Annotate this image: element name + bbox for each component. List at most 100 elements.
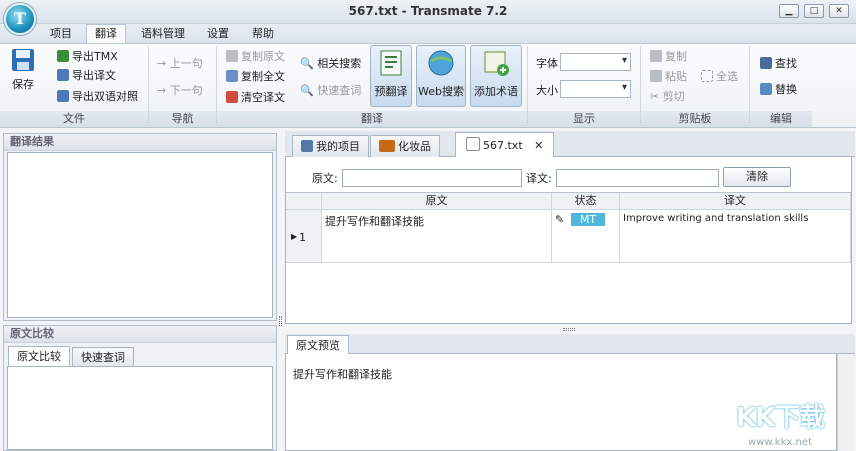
replace-label: 替换 bbox=[775, 83, 797, 96]
table-row-status-cell[interactable]: ✎ MT bbox=[552, 210, 620, 263]
export-bilingual-icon bbox=[57, 90, 69, 102]
related-search-button[interactable]: 🔍 相关搜索 bbox=[300, 56, 361, 72]
cut-button[interactable]: ✂ 剪切 bbox=[650, 89, 685, 105]
quick-lookup-button[interactable]: 🔍 快速查词 bbox=[300, 83, 361, 99]
size-select[interactable] bbox=[560, 80, 631, 98]
preview-scrollbar[interactable] bbox=[837, 354, 855, 451]
save-label: 保存 bbox=[12, 78, 34, 91]
export-bilingual-button[interactable]: 导出双语对照 bbox=[57, 89, 138, 105]
preview-tab-strip bbox=[285, 334, 855, 354]
clear-target-button[interactable]: 清空译文 bbox=[226, 90, 285, 106]
pretranslate-label: 预翻译 bbox=[374, 85, 408, 98]
tab-567-txt[interactable]: 567.txt ✕ bbox=[455, 132, 555, 158]
source-filter-input[interactable] bbox=[342, 169, 522, 187]
table-row-target-cell[interactable]: Improve writing and translation skills bbox=[620, 210, 851, 263]
export-tmx-button[interactable]: 导出TMX bbox=[57, 49, 118, 65]
prev-sentence-button[interactable]: → 上一句 bbox=[157, 56, 203, 72]
source-filter-label: 原文: bbox=[312, 172, 338, 185]
tab-cosmetics-label: 化妆品 bbox=[398, 140, 431, 153]
menu-bar bbox=[0, 24, 856, 43]
menu-corpus[interactable]: 语料管理 bbox=[133, 25, 193, 43]
table-row-source-cell[interactable]: 提升写作和翻译技能 bbox=[322, 210, 552, 263]
find-button[interactable]: 查找 bbox=[760, 56, 797, 72]
menu-project[interactable]: 项目 bbox=[42, 25, 80, 43]
close-tab-icon[interactable]: ✕ bbox=[534, 139, 543, 152]
web-search-label: Web搜索 bbox=[418, 85, 464, 98]
copy-source-label: 复制原文 bbox=[241, 50, 285, 63]
arrow-right-icon: → bbox=[157, 57, 170, 70]
vertical-splitter-grip[interactable] bbox=[279, 316, 282, 326]
preview-text: 提升写作和翻译技能 bbox=[293, 368, 392, 381]
export-translation-icon bbox=[57, 69, 69, 81]
copy-source-button[interactable]: 复制原文 bbox=[226, 49, 285, 65]
clear-filter-button[interactable]: 清除 bbox=[723, 167, 791, 187]
next-sentence-button[interactable]: → 下一句 bbox=[157, 83, 203, 99]
export-tmx-label: 导出TMX bbox=[72, 50, 118, 63]
target-filter-input[interactable] bbox=[556, 169, 719, 187]
font-select[interactable] bbox=[560, 53, 631, 71]
tab-source-preview[interactable]: 原文预览 bbox=[287, 335, 349, 355]
select-all-button[interactable]: 全选 bbox=[701, 69, 738, 85]
row-index: 1 bbox=[299, 231, 306, 244]
clear-icon bbox=[226, 91, 238, 103]
font-label: 字体 bbox=[536, 57, 558, 70]
group-label-nav: 导航 bbox=[149, 111, 216, 127]
minimize-button[interactable]: ▁ bbox=[779, 4, 799, 18]
folder-icon bbox=[379, 140, 395, 152]
group-label-display: 显示 bbox=[528, 111, 640, 127]
logo-letter: T bbox=[14, 9, 26, 28]
arrow-right-icon: → bbox=[157, 84, 170, 97]
menu-help[interactable]: 帮助 bbox=[244, 25, 282, 43]
target-filter-label: 译文: bbox=[526, 172, 552, 185]
menu-settings[interactable]: 设置 bbox=[199, 25, 237, 43]
web-search-button[interactable]: Web搜索 bbox=[416, 45, 466, 107]
menu-translate[interactable]: 翻译 bbox=[86, 24, 126, 44]
size-label: 大小 bbox=[536, 84, 558, 97]
translation-result-area[interactable] bbox=[7, 152, 273, 318]
save-icon bbox=[12, 49, 34, 71]
export-tmx-icon bbox=[57, 50, 69, 62]
segment-grid: 原文 状态 译文 ▶ 1 提升写作和翻译技能 ✎ MT Improve writ… bbox=[286, 192, 851, 263]
export-bilingual-label: 导出双语对照 bbox=[72, 90, 138, 103]
tab-567-txt-label: 567.txt bbox=[483, 139, 523, 152]
tab-my-projects[interactable]: 我的项目 bbox=[292, 135, 369, 157]
group-label-clipboard: 剪贴板 bbox=[641, 111, 749, 127]
export-translation-button[interactable]: 导出译文 bbox=[57, 68, 116, 84]
select-all-label: 全选 bbox=[716, 70, 738, 83]
tab-quick-lookup[interactable]: 快速查词 bbox=[72, 347, 134, 366]
watermark-url: www.kkx.net bbox=[748, 437, 812, 448]
app-logo-button[interactable]: T bbox=[4, 3, 36, 35]
header-source[interactable]: 原文 bbox=[322, 193, 552, 210]
copy-all-label: 复制全文 bbox=[241, 70, 285, 83]
tab-source-compare[interactable]: 原文比较 bbox=[8, 346, 70, 366]
source-compare-area[interactable] bbox=[7, 366, 273, 450]
quick-lookup-label: 快速查词 bbox=[317, 84, 362, 97]
select-all-icon bbox=[701, 70, 713, 82]
globe-icon bbox=[428, 50, 454, 76]
status-badge: MT bbox=[571, 213, 605, 226]
close-button[interactable]: ✕ bbox=[829, 4, 849, 18]
copy-all-button[interactable]: 复制全文 bbox=[226, 69, 285, 85]
tab-my-projects-label: 我的项目 bbox=[316, 140, 360, 153]
paste-button[interactable]: 粘贴 bbox=[650, 69, 687, 85]
copy-button[interactable]: 复制 bbox=[650, 49, 687, 65]
paste-label: 粘贴 bbox=[665, 70, 687, 83]
tab-cosmetics[interactable]: 化妆品 bbox=[370, 135, 440, 157]
find-label: 查找 bbox=[775, 57, 797, 70]
copy-icon bbox=[650, 50, 662, 62]
splitter-grip[interactable] bbox=[563, 328, 575, 331]
clear-target-label: 清空译文 bbox=[241, 91, 285, 104]
lookup-icon: 🔍 bbox=[300, 84, 314, 97]
copy-icon bbox=[226, 50, 238, 62]
restore-button[interactable]: □ bbox=[804, 4, 824, 18]
header-target[interactable]: 译文 bbox=[620, 193, 851, 210]
group-label-file: 文件 bbox=[0, 111, 148, 127]
header-status[interactable]: 状态 bbox=[552, 193, 620, 210]
group-label-edit: 编辑 bbox=[750, 111, 812, 127]
save-button[interactable]: 保存 bbox=[6, 47, 40, 95]
add-term-button[interactable]: 添加术语 bbox=[470, 45, 522, 107]
pretranslate-button[interactable]: 预翻译 bbox=[370, 45, 412, 107]
replace-button[interactable]: 替换 bbox=[760, 82, 797, 98]
table-row-header[interactable]: ▶ 1 bbox=[286, 210, 322, 263]
source-compare-panel: 原文比较 原文比较 快速查词 bbox=[3, 325, 277, 451]
